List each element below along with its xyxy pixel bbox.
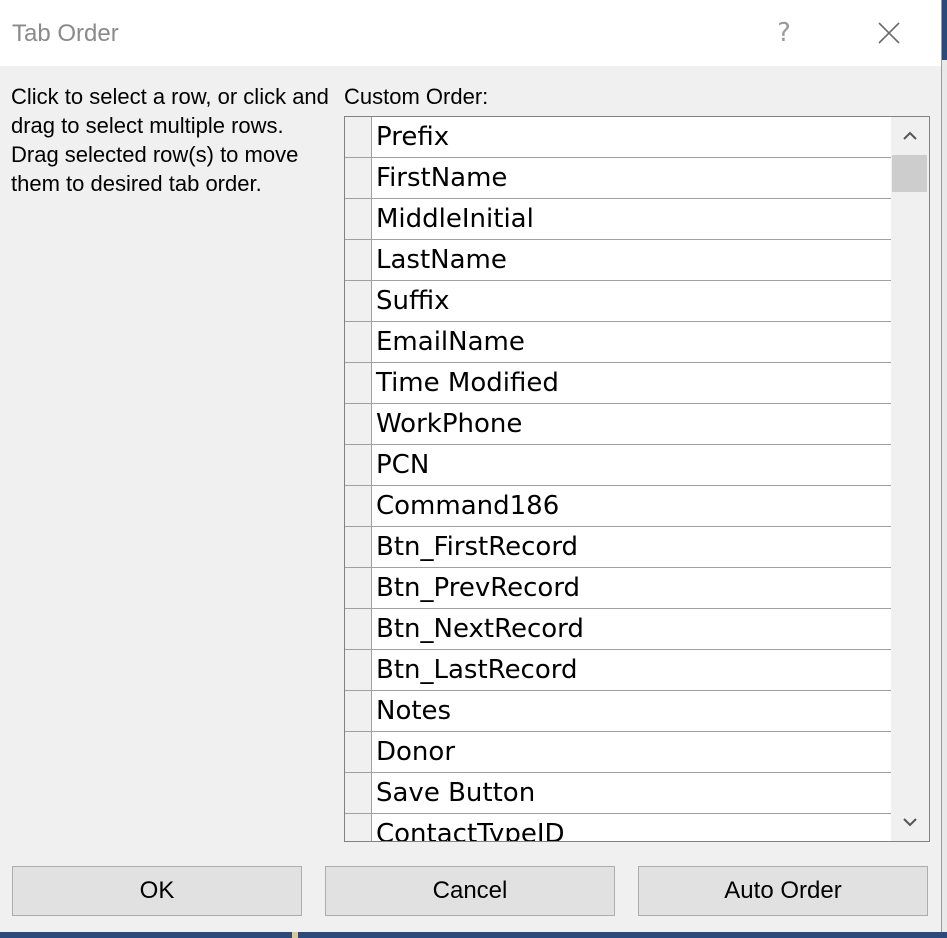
row-selector[interactable] [345,814,372,841]
order-row[interactable]: Suffix [345,281,891,322]
row-selector[interactable] [345,732,372,773]
row-field-name: PCN [372,445,891,486]
auto-order-button[interactable]: Auto Order [638,866,928,916]
order-row[interactable]: Command186 [345,486,891,527]
background-window-accent [942,0,947,60]
row-selector[interactable] [345,445,372,486]
row-selector[interactable] [345,281,372,322]
vertical-scrollbar[interactable] [891,117,929,841]
instructions-text: Click to select a row, or click and drag… [11,84,336,196]
row-selector[interactable] [345,691,372,732]
row-selector[interactable] [345,117,372,158]
custom-order-label: Custom Order: [344,84,489,109]
row-field-name: WorkPhone [372,404,891,445]
title-bar: Tab Order ? [0,0,941,66]
close-button[interactable] [866,8,912,58]
row-field-name: Command186 [372,486,891,527]
row-field-name: Btn_LastRecord [372,650,891,691]
ok-button[interactable]: OK [12,866,302,916]
row-field-name: MiddleInitial [372,199,891,240]
row-selector[interactable] [345,773,372,814]
row-selector[interactable] [345,363,372,404]
order-row[interactable]: Prefix [345,117,891,158]
row-field-name: ContactTypeID [372,814,891,841]
row-selector[interactable] [345,404,372,445]
order-row[interactable]: Btn_NextRecord [345,609,891,650]
row-selector[interactable] [345,199,372,240]
custom-order-list[interactable]: Prefix FirstName MiddleInitial LastName Suff… [344,116,930,842]
chevron-up-icon [903,131,917,140]
row-selector[interactable] [345,322,372,363]
help-button[interactable]: ? [762,8,806,58]
row-selector[interactable] [345,240,372,281]
scroll-thumb[interactable] [892,155,927,192]
row-selector[interactable] [345,527,372,568]
row-selector[interactable] [345,158,372,199]
order-row[interactable]: Notes [345,691,891,732]
order-row[interactable]: FirstName [345,158,891,199]
chevron-down-icon [903,818,917,827]
row-field-name: FirstName [372,158,891,199]
row-selector[interactable] [345,568,372,609]
custom-order-rows: Prefix FirstName MiddleInitial LastName Suff… [345,117,891,841]
dialog-title: Tab Order [12,20,119,47]
scroll-up-button[interactable] [891,117,929,155]
row-field-name: Notes [372,691,891,732]
row-field-name: Btn_PrevRecord [372,568,891,609]
row-field-name: LastName [372,240,891,281]
tab-order-dialog: Tab Order ? Click to select a row, or cl… [0,0,942,932]
row-selector[interactable] [345,609,372,650]
order-row[interactable]: Btn_LastRecord [345,650,891,691]
row-selector[interactable] [345,486,372,527]
order-row[interactable]: WorkPhone [345,404,891,445]
order-row[interactable]: Donor [345,732,891,773]
row-field-name: Btn_NextRecord [372,609,891,650]
row-field-name: Donor [372,732,891,773]
order-row[interactable]: LastName [345,240,891,281]
row-field-name: Btn_FirstRecord [372,527,891,568]
background-window-bottom [0,932,947,938]
scroll-down-button[interactable] [891,803,929,841]
order-row[interactable]: PCN [345,445,891,486]
order-row[interactable]: ContactTypeID [345,814,891,841]
order-row[interactable]: EmailName [345,322,891,363]
order-row[interactable]: MiddleInitial [345,199,891,240]
order-row[interactable]: Save Button [345,773,891,814]
close-icon [878,22,900,44]
row-selector[interactable] [345,650,372,691]
row-field-name: Time Modified [372,363,891,404]
background-window-tan-block [292,932,298,938]
order-row[interactable]: Time Modified [345,363,891,404]
cancel-button[interactable]: Cancel [325,866,615,916]
row-field-name: Save Button [372,773,891,814]
row-field-name: Prefix [372,117,891,158]
row-field-name: EmailName [372,322,891,363]
order-row[interactable]: Btn_FirstRecord [345,527,891,568]
order-row[interactable]: Btn_PrevRecord [345,568,891,609]
row-field-name: Suffix [372,281,891,322]
